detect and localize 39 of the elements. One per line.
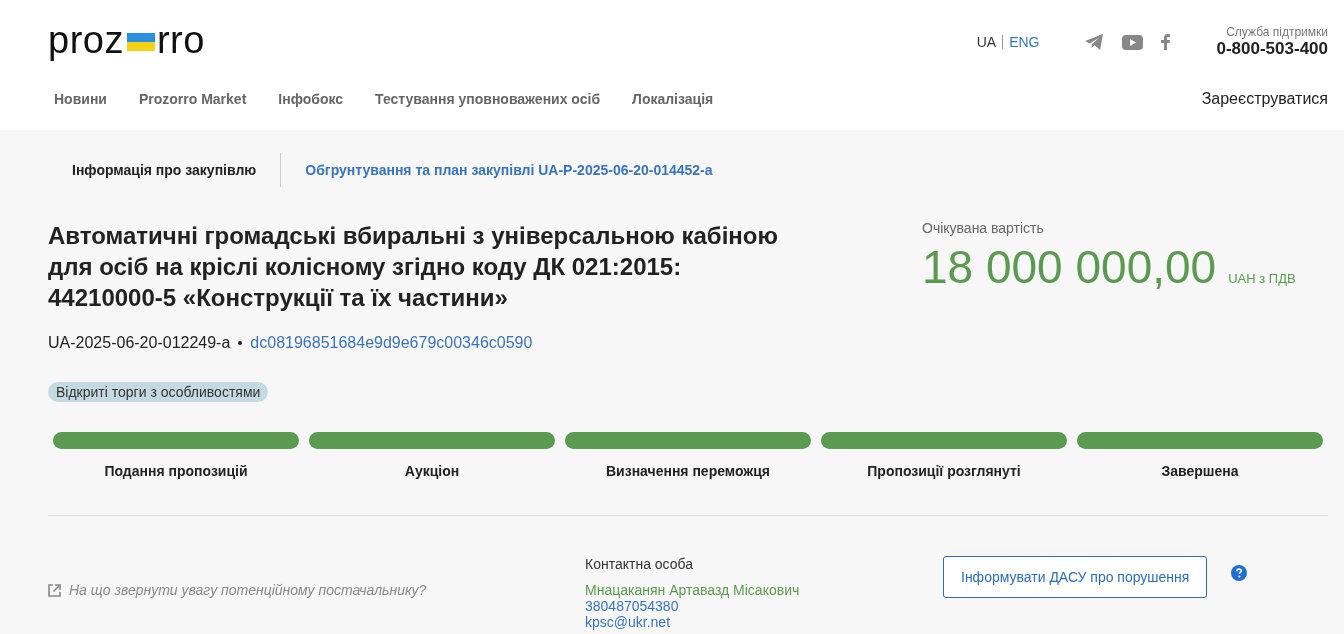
- support-phone[interactable]: 0-800-503-400: [1216, 39, 1328, 59]
- contact-name: Мнацаканян Артавазд Місакович: [585, 582, 801, 598]
- stage-label: Подання пропозицій: [104, 463, 248, 479]
- contact-label: Контактна особа: [585, 556, 695, 572]
- nav-link[interactable]: Prozorro Market: [138, 91, 247, 107]
- youtube-icon[interactable]: [1122, 34, 1144, 50]
- support-label: Служба підтримки: [1226, 25, 1328, 39]
- tab[interactable]: Обгрунтування та план закупівлі UA-P-2025-06-20-014452-a: [281, 153, 737, 187]
- flag-icon: [126, 33, 155, 51]
- nav-link[interactable]: Тестування уповноважених осіб: [375, 91, 601, 107]
- nav-link[interactable]: Інфобокс: [278, 91, 344, 107]
- stage-label: Завершена: [1161, 463, 1239, 479]
- logo-text[interactable]: rro: [156, 18, 205, 62]
- contact-email[interactable]: kpsc@ukr.net: [585, 614, 943, 630]
- help-icon[interactable]: [1231, 565, 1248, 581]
- tender-id: UA-2025-06-20-012249-a: [48, 334, 231, 352]
- nav-link[interactable]: Новини: [48, 91, 107, 107]
- external-link-icon[interactable]: [48, 583, 61, 597]
- language-link[interactable]: UA: [976, 34, 997, 50]
- expected-value: 18 000 000,00: [922, 240, 1217, 294]
- stage-label: Аукціон: [404, 463, 460, 479]
- stage-label: Визначення переможця: [605, 463, 771, 479]
- currency-label: UAH з ПДВ: [1228, 271, 1296, 286]
- tab[interactable]: Інформація про закупівлю: [48, 153, 281, 187]
- tender-title: Автоматичні громадські вбиральні з універсальною кабіною для осіб на кріслі колісному згідно коду ДК 021:2015: 44210000-5 «Конструкції та їх частини»: [48, 221, 779, 313]
- value-label: Очікувана вартість: [922, 220, 1045, 236]
- supplier-hint-link[interactable]: На що звернути увагу потенційному постачальнику?: [69, 582, 427, 598]
- nav-link[interactable]: Локалізація: [632, 91, 714, 107]
- contact-phone[interactable]: 380487054380: [585, 598, 943, 614]
- register-link[interactable]: Зареєструватися: [1201, 90, 1328, 108]
- stage-label: Пропозиції розглянуті: [867, 463, 1021, 479]
- hash-link[interactable]: dc08196851684e9d9e679c00346c0590: [250, 334, 533, 352]
- logo-text[interactable]: proz: [48, 18, 124, 62]
- procedure-badge: Відкриті торги з особливостями: [48, 382, 269, 402]
- telegram-icon[interactable]: [1085, 34, 1105, 50]
- report-button[interactable]: Інформувати ДАСУ про порушення: [943, 556, 1208, 598]
- facebook-icon[interactable]: [1161, 34, 1171, 50]
- separator-dot: [238, 341, 243, 345]
- language-link[interactable]: ENG: [1009, 34, 1040, 50]
